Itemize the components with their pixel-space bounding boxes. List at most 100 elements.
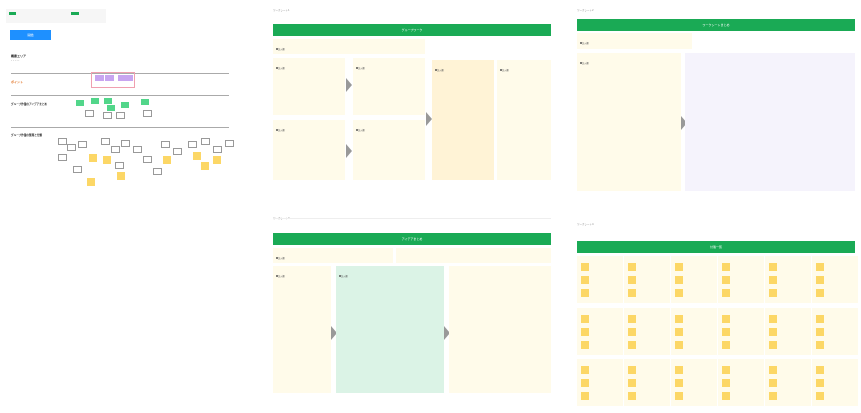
- sticky-note[interactable]: [675, 379, 683, 387]
- arrow-right-icon: [346, 144, 352, 158]
- sticky-note[interactable]: [675, 392, 683, 400]
- cluster-note-4: [78, 141, 87, 148]
- sticky-note[interactable]: [581, 289, 589, 297]
- overview-header-box: [6, 9, 106, 23]
- cluster-note-7: [111, 146, 120, 153]
- board2-cell-left[interactable]: 記入欄: [577, 53, 681, 191]
- sticky-note[interactable]: [581, 263, 589, 271]
- sticky-note[interactable]: [581, 327, 589, 336]
- mini-note-b: [103, 112, 112, 119]
- cluster-note-15: [213, 146, 222, 153]
- board3-banner: アイデアまとめ: [273, 233, 551, 245]
- sticky-note[interactable]: [628, 366, 636, 374]
- sticky-note[interactable]: [581, 379, 589, 387]
- sticky-note[interactable]: [769, 379, 777, 387]
- sticky-note[interactable]: [816, 314, 824, 323]
- sticky-note[interactable]: [722, 379, 730, 387]
- sticky-note[interactable]: [722, 276, 730, 284]
- sticky-note[interactable]: [769, 263, 777, 271]
- board2-cell-top-text: 記入欄: [582, 42, 589, 45]
- sticky-note[interactable]: [722, 366, 730, 374]
- sticky-note[interactable]: [722, 392, 730, 400]
- sticky-note[interactable]: [581, 340, 589, 349]
- board1-cell-f[interactable]: 記入欄: [497, 60, 551, 180]
- sticky-note[interactable]: [675, 314, 683, 323]
- sticky-note[interactable]: [722, 314, 730, 323]
- sticky-note[interactable]: [581, 392, 589, 400]
- sticky-note[interactable]: [722, 327, 730, 336]
- board1-cell-a-text: 記入欄: [278, 67, 285, 70]
- cluster-note-2: [67, 144, 76, 151]
- sticky-note[interactable]: [816, 289, 824, 297]
- sticky-note[interactable]: [722, 289, 730, 297]
- sticky-note[interactable]: [628, 314, 636, 323]
- board1-cell-e[interactable]: 記入欄: [432, 60, 494, 180]
- section-overview-note: • • • • •: [11, 60, 20, 62]
- sticky-note[interactable]: [675, 327, 683, 336]
- sticky-note[interactable]: [675, 263, 683, 271]
- sticky-note[interactable]: [628, 289, 636, 297]
- board2-cell-top[interactable]: 記入欄: [577, 33, 692, 49]
- cluster-note-10: [143, 156, 152, 163]
- green-note-4: [107, 105, 115, 111]
- green-note-2: [91, 98, 99, 104]
- green-note-5: [121, 102, 129, 108]
- cluster-note-9: [133, 146, 142, 153]
- section-ideas-title: グループ作業のアイデアまとめ: [11, 103, 48, 106]
- start-button[interactable]: 開始: [10, 30, 51, 40]
- sticky-note[interactable]: [628, 276, 636, 284]
- board2-banner: ワークシートまとめ: [577, 19, 855, 31]
- sticky-note[interactable]: [769, 289, 777, 297]
- cluster-sticky-6: [193, 152, 201, 160]
- cluster-note-16: [225, 140, 234, 147]
- sticky-note[interactable]: [628, 327, 636, 336]
- mini-note-d: [143, 110, 152, 117]
- sticky-note[interactable]: [769, 314, 777, 323]
- sticky-note[interactable]: [628, 263, 636, 271]
- board1-cell-a[interactable]: 記入欄: [273, 58, 345, 115]
- sticky-note[interactable]: [769, 340, 777, 349]
- green-note-3: [104, 98, 112, 104]
- sticky-note[interactable]: [816, 340, 824, 349]
- overview-panel: 開始 概要エリア • • • • • ポイント グループ作業のアイデアまとめ グ…: [3, 6, 243, 196]
- sticky-note[interactable]: [769, 327, 777, 336]
- sticky-note[interactable]: [816, 379, 824, 387]
- board1-cell-top[interactable]: 記入欄: [273, 39, 425, 54]
- cluster-sticky-7: [201, 162, 209, 170]
- board1-cell-d[interactable]: 記入欄: [353, 120, 425, 180]
- board3-cell-left[interactable]: 記入欄: [273, 266, 331, 393]
- purple-note-1: [95, 75, 104, 81]
- sticky-note[interactable]: [581, 276, 589, 284]
- board3-cell-top-left[interactable]: 記入欄: [273, 248, 393, 263]
- sticky-note[interactable]: [816, 366, 824, 374]
- sticky-note[interactable]: [628, 340, 636, 349]
- sticky-note[interactable]: [769, 392, 777, 400]
- sticky-note[interactable]: [769, 276, 777, 284]
- cluster-note-11: [161, 141, 170, 148]
- board3-cell-right[interactable]: [449, 266, 551, 393]
- sticky-note[interactable]: [816, 327, 824, 336]
- sticky-note[interactable]: [581, 366, 589, 374]
- sticky-note[interactable]: [722, 263, 730, 271]
- sticky-note[interactable]: [722, 340, 730, 349]
- sticky-note[interactable]: [816, 263, 824, 271]
- sticky-note[interactable]: [675, 276, 683, 284]
- board1-cell-e-text: 記入欄: [437, 69, 444, 72]
- sticky-note[interactable]: [675, 366, 683, 374]
- cluster-note-8: [121, 140, 130, 147]
- board3-cell-mid[interactable]: 記入欄: [336, 266, 444, 393]
- board3-cell-top-right[interactable]: [396, 248, 551, 263]
- sticky-note[interactable]: [675, 340, 683, 349]
- board1-cell-b[interactable]: 記入欄: [353, 58, 425, 115]
- sticky-note[interactable]: [675, 289, 683, 297]
- cluster-sticky-4: [117, 172, 125, 180]
- sticky-note[interactable]: [581, 314, 589, 323]
- board2-cell-right[interactable]: [685, 53, 855, 191]
- sticky-note[interactable]: [628, 379, 636, 387]
- sticky-note[interactable]: [816, 392, 824, 400]
- sticky-note[interactable]: [816, 276, 824, 284]
- sticky-note[interactable]: [628, 392, 636, 400]
- board1-cell-c[interactable]: 記入欄: [273, 120, 345, 180]
- sticky-note[interactable]: [769, 366, 777, 374]
- cluster-note-1: [58, 138, 67, 145]
